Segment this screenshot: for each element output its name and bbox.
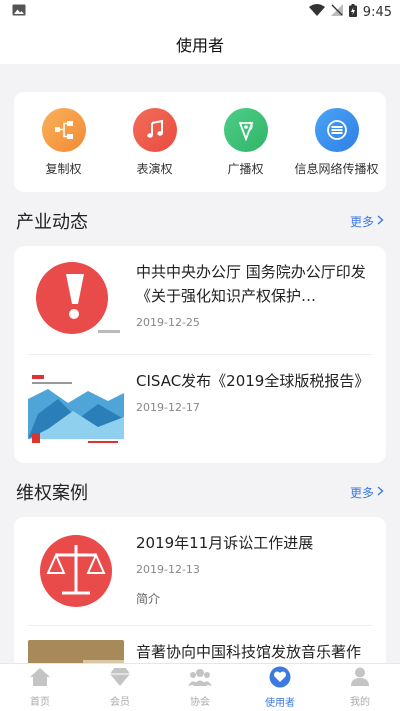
category-broadcast-right[interactable]: 广播权 xyxy=(200,107,291,177)
category-label: 广播权 xyxy=(227,161,264,176)
tab-profile[interactable]: 我的 xyxy=(320,664,400,711)
association-icon xyxy=(188,667,212,691)
news-date: 2019-12-25 xyxy=(136,316,200,329)
list-item[interactable]: 2019年11月诉讼工作进展 2019-12-13 简介 xyxy=(28,517,372,626)
list-item[interactable]: 中共中央办公厅 国务院办公厅印发《关于强化知识产权保护… 2019-12-25 xyxy=(28,246,372,355)
category-performance-right[interactable]: 表演权 xyxy=(109,107,200,177)
wifi-icon xyxy=(308,4,325,20)
news-title: CISAC发布《2019全球版税报告》 xyxy=(136,372,370,390)
tab-user[interactable]: 使用者 xyxy=(240,664,320,711)
industry-news-header: 产业动态 更多 xyxy=(0,192,400,246)
tab-home[interactable]: 首页 xyxy=(0,664,80,711)
status-bar: 9:45 xyxy=(0,0,400,24)
case-title: 2019年11月诉讼工作进展 xyxy=(136,534,314,552)
list-item[interactable]: 音著协向中国科技馆发放音乐著作权许可 xyxy=(28,626,372,663)
broadcast-icon xyxy=(223,107,268,152)
category-reproduction-right[interactable]: 复制权 xyxy=(18,107,109,177)
status-icons: 9:45 xyxy=(308,3,392,21)
bottom-tab-bar: 首页 会员 协会 使用者 我的 xyxy=(0,663,400,711)
rights-cases-header: 维权案例 更多 xyxy=(0,463,400,517)
news-thumbnail xyxy=(28,369,124,449)
case-thumbnail xyxy=(28,531,124,611)
copy-flow-icon xyxy=(41,107,86,152)
case-title: 音著协向中国科技馆发放音乐著作权许可 xyxy=(136,643,362,661)
more-label: 更多 xyxy=(349,485,374,500)
category-label: 复制权 xyxy=(45,161,82,176)
main-content[interactable]: 复制权 表演权 广播权 信息网络传播权 产业动态 更多 中共中央办公厅 国务院办… xyxy=(0,78,400,663)
industry-news-more-link[interactable]: 更多 xyxy=(350,213,384,230)
profile-icon xyxy=(349,667,371,691)
rights-cases-more-link[interactable]: 更多 xyxy=(350,484,384,501)
page-title: 使用者 xyxy=(175,36,224,55)
tab-label: 我的 xyxy=(350,697,370,708)
section-title: 维权案例 xyxy=(16,483,88,504)
tab-association[interactable]: 协会 xyxy=(160,664,240,711)
chevron-right-icon xyxy=(377,214,384,228)
category-label: 表演权 xyxy=(136,161,173,176)
news-thumbnail xyxy=(28,260,124,340)
section-title: 产业动态 xyxy=(16,212,88,233)
category-label: 信息网络传播权 xyxy=(294,161,379,176)
list-item[interactable]: CISAC发布《2019全球版税报告》 2019-12-17 xyxy=(28,355,372,463)
member-icon xyxy=(109,667,131,691)
network-icon xyxy=(314,107,359,152)
rights-cases-list: 2019年11月诉讼工作进展 2019-12-13 简介 音著协向中国科技馆发放… xyxy=(14,517,386,663)
chevron-right-icon xyxy=(377,485,384,499)
music-note-icon xyxy=(132,107,177,152)
news-date: 2019-12-17 xyxy=(136,401,200,414)
tab-label: 协会 xyxy=(190,697,210,708)
case-brief: 简介 xyxy=(136,592,161,606)
tab-member[interactable]: 会员 xyxy=(80,664,160,711)
battery-charging-icon xyxy=(348,3,357,21)
tab-label: 使用者 xyxy=(265,698,295,709)
more-label: 更多 xyxy=(349,214,374,229)
rights-category-card: 复制权 表演权 广播权 信息网络传播权 xyxy=(14,92,386,192)
gallery-notification-icon xyxy=(12,4,26,20)
news-title: 中共中央办公厅 国务院办公厅印发《关于强化知识产权保护… xyxy=(136,263,366,305)
category-network-right[interactable]: 信息网络传播权 xyxy=(291,107,382,177)
case-date: 2019-12-13 xyxy=(136,563,200,576)
tab-label: 首页 xyxy=(30,697,50,708)
tab-label: 会员 xyxy=(110,697,130,708)
no-signal-icon xyxy=(330,4,343,20)
case-thumbnail xyxy=(28,640,124,663)
industry-news-list: 中共中央办公厅 国务院办公厅印发《关于强化知识产权保护… 2019-12-25 … xyxy=(14,246,386,463)
home-icon xyxy=(29,667,51,691)
user-heart-icon xyxy=(269,666,291,692)
status-time: 9:45 xyxy=(362,4,392,20)
page-title-bar: 使用者 xyxy=(0,24,400,64)
